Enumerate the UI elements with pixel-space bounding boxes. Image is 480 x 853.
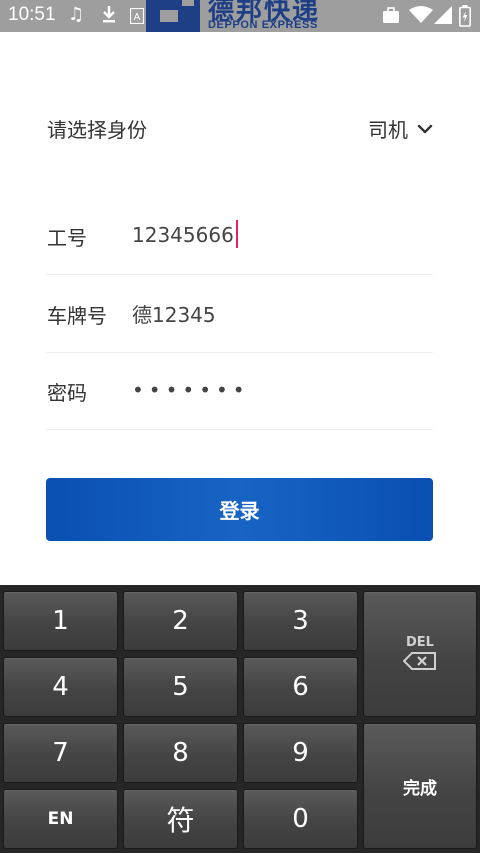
svg-text:A: A xyxy=(134,12,141,23)
signal-icon xyxy=(434,6,452,30)
wifi-icon xyxy=(409,6,433,30)
music-note-icon: ♫ xyxy=(68,4,85,25)
deppon-logo: 德邦快递 DEPPON EXPRESS xyxy=(146,0,336,32)
role-label: 请选择身份 xyxy=(47,118,147,142)
plate-input[interactable] xyxy=(132,297,422,329)
status-time: 10:51 xyxy=(8,4,56,25)
role-value: 司机 xyxy=(368,118,408,142)
key-en[interactable]: EN xyxy=(3,789,118,849)
numeric-keyboard: 1 2 3 4 5 6 7 8 9 EN 符 0 DEL 完成 xyxy=(0,585,480,853)
plate-label: 车牌号 xyxy=(47,304,107,328)
role-dropdown[interactable]: 司机 xyxy=(368,114,434,143)
login-button[interactable]: 登录 xyxy=(46,478,433,541)
logo-mark-icon xyxy=(146,0,200,32)
employee-id-input[interactable] xyxy=(132,219,422,251)
password-input[interactable] xyxy=(132,374,422,406)
password-label: 密码 xyxy=(47,381,87,405)
key-9[interactable]: 9 xyxy=(243,723,358,783)
key-6[interactable]: 6 xyxy=(243,657,358,717)
key-1[interactable]: 1 xyxy=(3,591,118,651)
key-done[interactable]: 完成 xyxy=(363,723,477,849)
briefcase-icon xyxy=(382,6,400,30)
logo-english-text: DEPPON EXPRESS xyxy=(208,19,318,31)
battery-charging-icon xyxy=(459,5,471,32)
status-bar: 10:51 ♫ A 德邦快递 DEPPON EXPRESS xyxy=(0,0,480,32)
keyboard-a-icon: A xyxy=(129,7,145,30)
text-caret xyxy=(235,220,238,248)
employee-id-row: 工号 xyxy=(46,198,433,275)
delete-label: DEL xyxy=(406,634,434,650)
key-symbol[interactable]: 符 xyxy=(123,789,238,849)
download-icon xyxy=(100,4,118,30)
plate-row: 车牌号 xyxy=(46,276,433,353)
key-8[interactable]: 8 xyxy=(123,723,238,783)
chevron-down-icon xyxy=(416,120,434,138)
key-2[interactable]: 2 xyxy=(123,591,238,651)
password-row: 密码 xyxy=(46,353,433,430)
key-0[interactable]: 0 xyxy=(243,789,358,849)
key-3[interactable]: 3 xyxy=(243,591,358,651)
key-5[interactable]: 5 xyxy=(123,657,238,717)
backspace-icon xyxy=(402,651,437,674)
employee-id-label: 工号 xyxy=(47,226,87,250)
key-4[interactable]: 4 xyxy=(3,657,118,717)
key-delete[interactable]: DEL xyxy=(363,591,477,717)
key-7[interactable]: 7 xyxy=(3,723,118,783)
